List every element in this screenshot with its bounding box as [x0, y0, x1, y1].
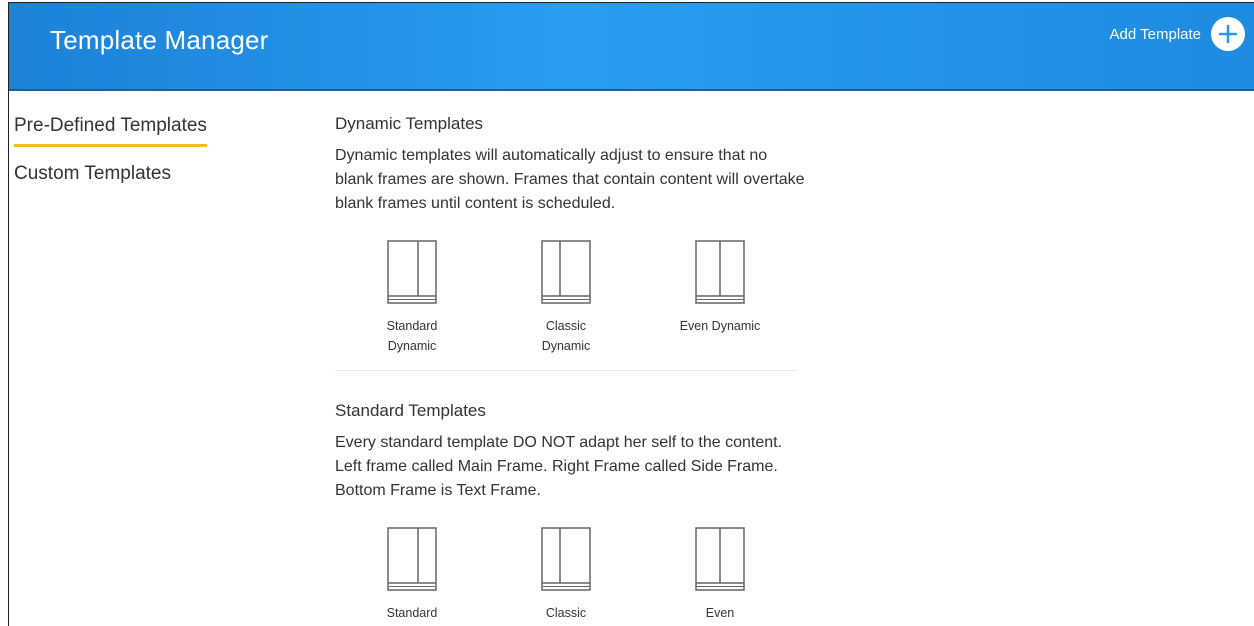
even-layout-icon	[695, 240, 745, 304]
standard-templates-section: Standard Templates Every standard templa…	[335, 401, 805, 623]
add-template-button[interactable]: Add Template	[1110, 17, 1245, 51]
template-tile-label: Standard	[386, 606, 438, 620]
template-tile-label: Standard Dynamic	[386, 319, 438, 353]
template-tile-classic-dynamic[interactable]: Classic Dynamic	[489, 240, 643, 356]
section-title: Dynamic Templates	[335, 114, 484, 133]
section-description: Every standard template DO NOT adapt her…	[335, 434, 783, 499]
section-description: Dynamic templates will automatically adj…	[335, 147, 805, 212]
template-tile-label: Classic Dynamic	[541, 319, 591, 353]
classic-layout-icon	[541, 240, 591, 304]
add-template-label: Add Template	[1109, 25, 1201, 43]
template-manager-window: Template Manager Add Template Pre-Define…	[8, 2, 1254, 626]
even-layout-icon	[695, 527, 745, 591]
template-tile-label: Classic	[545, 606, 587, 620]
plus-icon[interactable]	[1211, 17, 1245, 51]
sidebar-item-pre-defined-templates[interactable]: Pre-Defined Templates	[14, 113, 207, 147]
template-tile-even-dynamic[interactable]: Even Dynamic	[643, 240, 797, 356]
standard-layout-icon	[387, 240, 437, 304]
sidebar: Pre-Defined Templates Custom Templates	[14, 113, 274, 187]
dynamic-templates-section: Dynamic Templates Dynamic templates will…	[335, 114, 805, 356]
template-tile-classic[interactable]: Classic	[489, 527, 643, 623]
section-title: Standard Templates	[335, 401, 486, 420]
template-tile-even[interactable]: Even	[643, 527, 797, 623]
header-bar: Template Manager Add Template	[9, 3, 1254, 91]
template-tiles: Standard Classic Even	[335, 527, 805, 623]
classic-layout-icon	[541, 527, 591, 591]
template-tile-label: Even	[705, 606, 735, 620]
section-divider	[335, 370, 797, 371]
sidebar-item-custom-templates[interactable]: Custom Templates	[14, 161, 171, 187]
standard-layout-icon	[387, 527, 437, 591]
template-tile-standard[interactable]: Standard	[335, 527, 489, 623]
template-tile-standard-dynamic[interactable]: Standard Dynamic	[335, 240, 489, 356]
template-tile-label: Even Dynamic	[679, 319, 761, 333]
template-tiles: Standard Dynamic Classic Dynamic Even Dy…	[335, 240, 805, 356]
page-title: Template Manager	[50, 25, 269, 55]
main-content: Dynamic Templates Dynamic templates will…	[335, 114, 805, 623]
